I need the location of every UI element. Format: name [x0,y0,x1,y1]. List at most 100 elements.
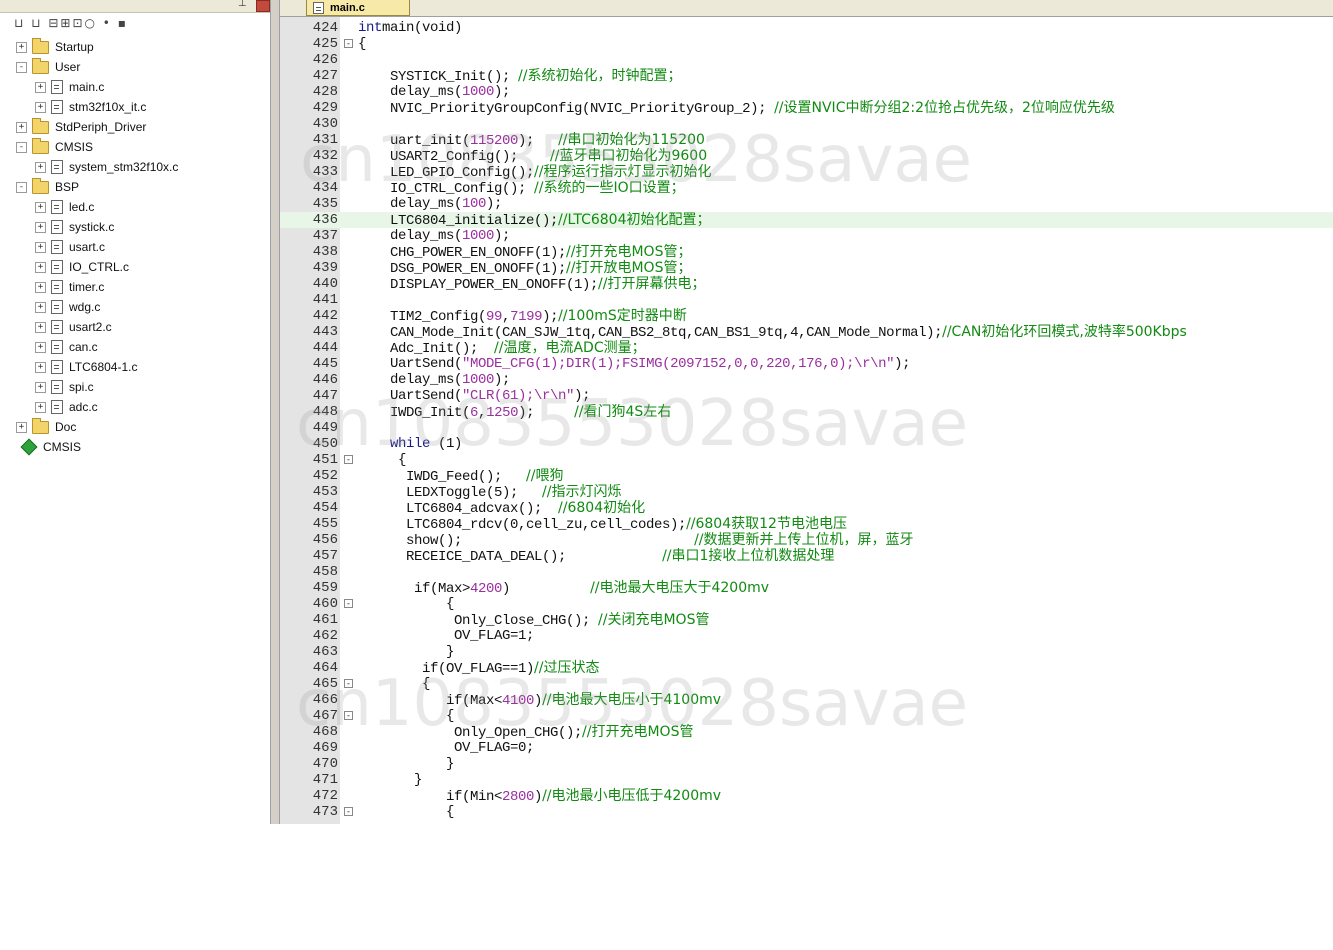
code-line[interactable]: 427 SYSTICK_Init(); //系统初始化，时钟配置； [280,68,1333,85]
code-line[interactable]: 463 } [280,644,1333,660]
code-line[interactable]: 430 [280,116,1333,132]
close-panel-button[interactable] [256,0,270,12]
tree-item[interactable]: + wdg.c [35,298,100,316]
tree-item[interactable]: CMSIS [16,438,81,456]
code-line[interactable]: 457 RECEICE_DATA_DEAL(); //串口1接收上位机数据处理 [280,548,1333,565]
tree-item[interactable]: + timer.c [35,278,104,296]
fold-toggle-icon[interactable]: - [344,807,353,817]
code-line[interactable]: 453 LEDXToggle(5); //指示灯闪烁 [280,484,1333,501]
code-line[interactable]: 437 delay_ms(1000); [280,228,1333,244]
code-line[interactable]: 436 LTC6804_initialize();//LTC6804初始化配置； [280,212,1333,229]
code-line[interactable]: 428 delay_ms(1000); [280,84,1333,100]
tree-item[interactable]: + Doc [16,417,76,436]
code-line[interactable]: 454 LTC6804_adcvax(); //6804初始化 [280,500,1333,517]
code-line[interactable]: 462 OV_FLAG=1; [280,628,1333,644]
tree-item[interactable]: - BSP [16,177,79,196]
code-line[interactable]: 464 if(OV_FLAG==1)//过压状态 [280,660,1333,677]
code-line[interactable]: 467- { [280,708,1333,724]
tab-main-c[interactable]: main.c [306,0,410,16]
expand-icon[interactable]: + [35,401,46,413]
fold-toggle-icon[interactable]: - [344,39,353,49]
code-line[interactable]: 444 Adc_Init(); //温度，电流ADC测量； [280,340,1333,357]
code-line[interactable]: 461 Only_Close_CHG(); //关闭充电MOS管 [280,612,1333,629]
tree-item[interactable]: + led.c [35,198,94,216]
expand-icon[interactable]: + [35,221,46,233]
fold-toggle-icon[interactable]: - [344,679,353,689]
code-line[interactable]: 445 UartSend("MODE_CFG(1);DIR(1);FSIMG(2… [280,356,1333,372]
expand-icon[interactable]: + [35,321,46,333]
code-line[interactable]: 439 DSG_POWER_EN_ONOFF(1);//打开放电MOS管； [280,260,1333,277]
expand-icon[interactable]: + [35,281,46,293]
expand-icon[interactable]: + [35,101,46,113]
code-line[interactable]: 429 NVIC_PriorityGroupConfig(NVIC_Priori… [280,100,1333,117]
expand-icon[interactable]: + [35,241,46,253]
code-line[interactable]: 449 [280,420,1333,436]
tree-item[interactable]: + IO_CTRL.c [35,258,129,276]
code-line[interactable]: 443 CAN_Mode_Init(CAN_SJW_1tq,CAN_BS2_8t… [280,324,1333,341]
tree-item[interactable]: + spi.c [35,378,94,396]
code-line[interactable]: 434 IO_CTRL_Config(); //系统的一些IO口设置； [280,180,1333,197]
code-line[interactable]: 448 IWDG_Init(6,1250); //看门狗4S左右 [280,404,1333,421]
code-line[interactable]: 471 } [280,772,1333,788]
code-line[interactable]: 433 LED_GPIO_Config();//程序运行指示灯显示初始化 [280,164,1333,181]
fold-toggle-icon[interactable]: - [344,455,353,465]
code-line[interactable]: 459 if(Max>4200) //电池最大电压大于4200mv [280,580,1333,597]
code-editor[interactable]: 424 intmain(void) 425-{426 427 SYSTICK_Init… [280,17,1333,824]
tree-item[interactable]: + usart2.c [35,318,112,336]
tree-item[interactable]: + main.c [35,78,104,96]
expand-icon[interactable]: + [35,361,46,373]
code-line[interactable]: 424 intmain(void) [280,20,1333,36]
code-line[interactable]: 455 LTC6804_rdcv(0,cell_zu,cell_codes);/… [280,516,1333,533]
expand-icon[interactable]: + [16,41,27,53]
code-line[interactable]: 425-{ [280,36,1333,52]
code-line[interactable]: 447 UartSend("CLR(61);\r\n"); [280,388,1333,404]
expand-icon[interactable]: + [35,261,46,273]
code-line[interactable]: 456 show(); //数据更新并上传上位机，屏，蓝牙 [280,532,1333,549]
code-line[interactable]: 470 } [280,756,1333,772]
tree-item[interactable]: + usart.c [35,238,105,256]
expand-icon[interactable]: + [35,81,46,93]
code-line[interactable]: 442 TIM2_Config(99,7199);//100mS定时器中断 [280,308,1333,325]
tree-item[interactable]: + Startup [16,37,94,56]
tree-item[interactable]: + systick.c [35,218,114,236]
expand-icon[interactable]: + [16,421,27,433]
code-line[interactable]: 473- { [280,804,1333,820]
code-line[interactable]: 451- { [280,452,1333,468]
tree-item[interactable]: + adc.c [35,398,98,416]
code-line[interactable]: 460- { [280,596,1333,612]
expand-icon[interactable]: + [16,121,27,133]
tree-item[interactable]: + system_stm32f10x.c [35,158,178,176]
code-line[interactable]: 472 if(Min<2800)//电池最小电压低于4200mv [280,788,1333,805]
expand-icon[interactable]: + [35,161,46,173]
code-line[interactable]: 432 USART2_Config(); //蓝牙串口初始化为9600 [280,148,1333,165]
tree-item[interactable]: + stm32f10x_it.c [35,98,146,116]
code-line[interactable]: 431 uart_init(115200); //串口初始化为115200 [280,132,1333,149]
fold-toggle-icon[interactable]: - [344,711,353,721]
expand-icon[interactable]: + [35,301,46,313]
code-line[interactable]: 446 delay_ms(1000); [280,372,1333,388]
code-line[interactable]: 468 Only_Open_CHG();//打开充电MOS管 [280,724,1333,741]
tree-item[interactable]: + can.c [35,338,98,356]
code-line[interactable]: 469 OV_FLAG=0; [280,740,1333,756]
code-line[interactable]: 450 while (1) [280,436,1333,452]
tree-item[interactable]: + LTC6804-1.c [35,358,137,376]
fold-toggle-icon[interactable]: - [344,599,353,609]
code-line[interactable]: 438 CHG_POWER_EN_ONOFF(1);//打开充电MOS管； [280,244,1333,261]
code-line[interactable]: 452 IWDG_Feed(); //喂狗 [280,468,1333,485]
code-line[interactable]: 465- { [280,676,1333,692]
code-line[interactable]: 466 if(Max<4100)//电池最大电压小于4100mv [280,692,1333,709]
code-line[interactable]: 426 [280,52,1333,68]
code-line[interactable]: 435 delay_ms(100); [280,196,1333,212]
code-line[interactable]: 441 [280,292,1333,308]
collapse-icon[interactable]: - [16,141,27,153]
pin-icon[interactable]: ⊥ [238,0,247,9]
panel-splitter[interactable] [270,0,280,824]
code-line[interactable]: 458 [280,564,1333,580]
expand-icon[interactable]: + [35,381,46,393]
expand-icon[interactable]: + [35,341,46,353]
tree-item[interactable]: - User [16,57,80,76]
tree-item[interactable]: + StdPeriph_Driver [16,117,146,136]
expand-icon[interactable]: + [35,201,46,213]
project-toolbar-icons[interactable]: ⊔ ⊔ ⊟⊞⊡○ • ▪ [14,16,128,30]
code-line[interactable]: 440 DISPLAY_POWER_EN_ONOFF(1);//打开屏幕供电； [280,276,1333,293]
